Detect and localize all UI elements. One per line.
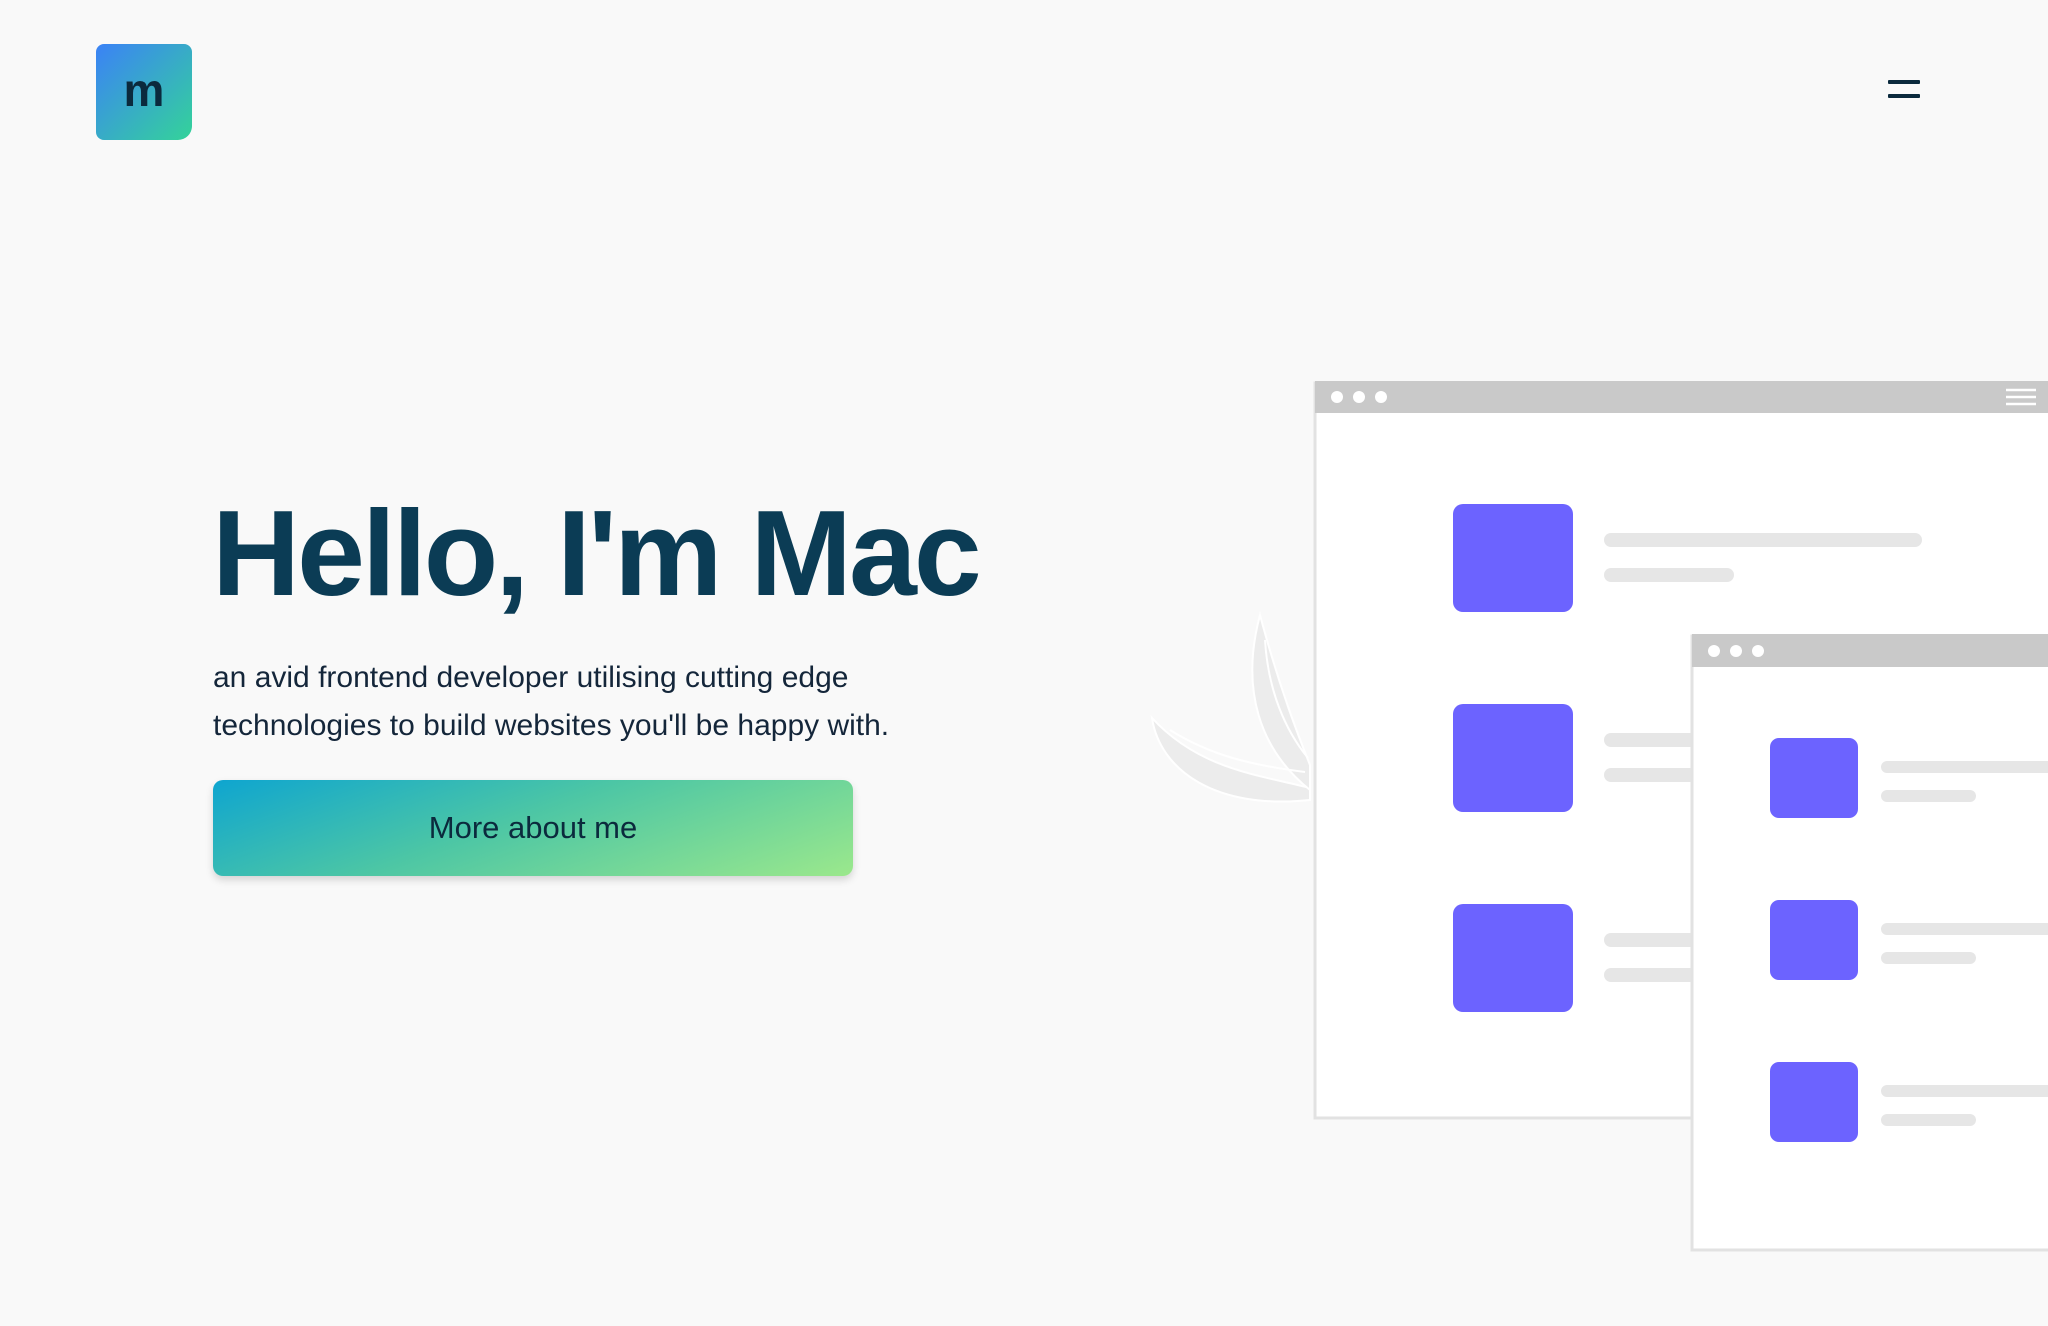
hero-illustration	[1150, 381, 2048, 1252]
menu-bar-bottom	[1888, 94, 1920, 98]
hamburger-menu-icon[interactable]	[1876, 70, 1932, 110]
hero-title: Hello, I'm Mac	[212, 485, 982, 621]
browser-window-front	[1690, 634, 2048, 1252]
menu-bar-top	[1888, 80, 1920, 84]
hero-subtitle: an avid frontend developer utilising cut…	[213, 661, 890, 742]
leaf-decoration-icon	[1150, 611, 1311, 803]
logo-letter: m	[123, 64, 165, 116]
logo[interactable]: m	[96, 44, 192, 140]
more-about-me-button[interactable]: More about me	[213, 780, 853, 876]
